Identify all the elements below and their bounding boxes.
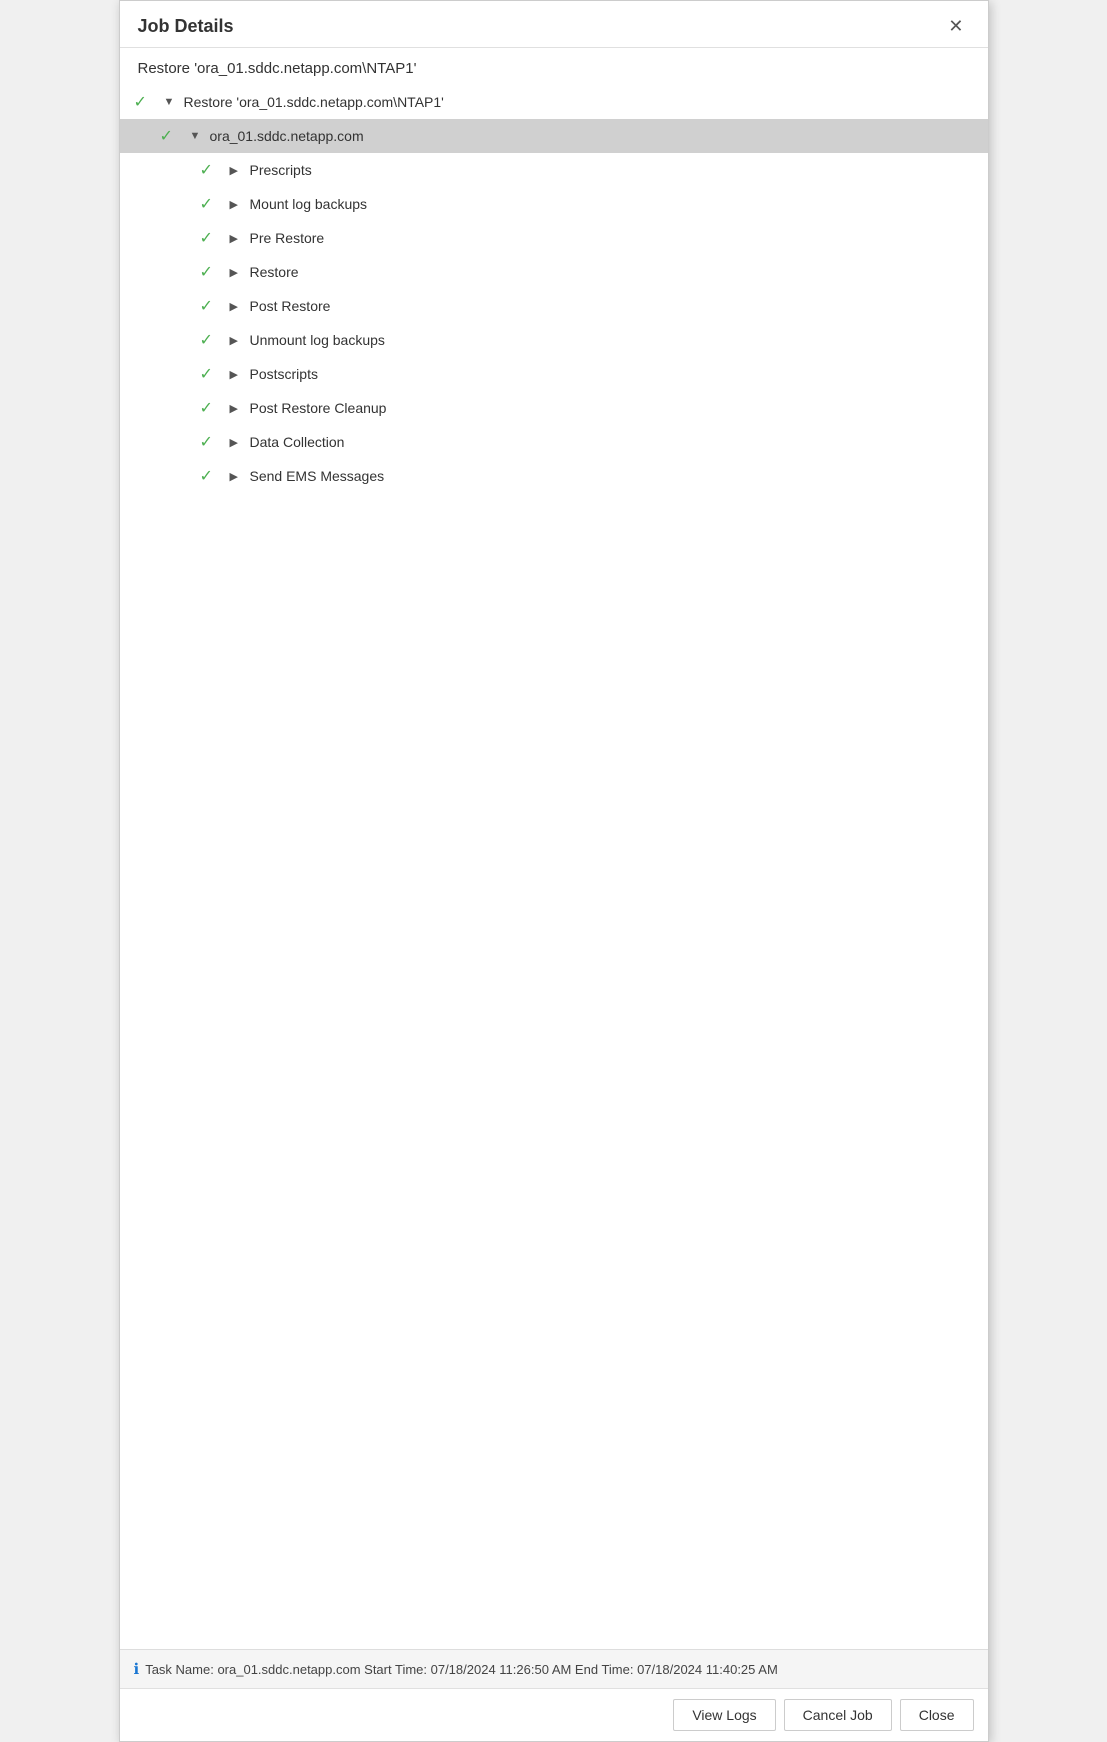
expand-icon-send-ems: ▶: [230, 470, 248, 483]
dialog-subtitle: Restore 'ora_01.sddc.netapp.com\NTAP1': [120, 48, 988, 85]
tree-item-mount-log[interactable]: ✓ ▶ Mount log backups: [120, 187, 988, 221]
tree-label-post-restore-cleanup: Post Restore Cleanup: [250, 400, 387, 416]
tree-label-data-collection: Data Collection: [250, 434, 345, 450]
tree-label-host: ora_01.sddc.netapp.com: [210, 128, 364, 144]
tree-item-root[interactable]: ✓ ▼ Restore 'ora_01.sddc.netapp.com\NTAP…: [120, 85, 988, 119]
check-icon-host: ✓: [160, 126, 182, 146]
tree-label-prescripts: Prescripts: [250, 162, 312, 178]
info-icon: ℹ: [134, 1660, 140, 1678]
close-x-button[interactable]: ✕: [942, 15, 969, 37]
check-icon-data-collection: ✓: [200, 432, 222, 452]
check-icon-post-restore-cleanup: ✓: [200, 398, 222, 418]
tree-item-pre-restore[interactable]: ✓ ▶ Pre Restore: [120, 221, 988, 255]
dialog-title: Job Details: [138, 16, 234, 37]
expand-icon-data-collection: ▶: [230, 436, 248, 449]
dialog-body: ✓ ▼ Restore 'ora_01.sddc.netapp.com\NTAP…: [120, 85, 988, 1649]
tree-label-send-ems: Send EMS Messages: [250, 468, 385, 484]
tree-label-mount-log: Mount log backups: [250, 196, 368, 212]
tree-label-postscripts: Postscripts: [250, 366, 318, 382]
tree-item-post-restore[interactable]: ✓ ▶ Post Restore: [120, 289, 988, 323]
check-icon-send-ems: ✓: [200, 466, 222, 486]
check-icon-mount-log: ✓: [200, 194, 222, 214]
tree-container: ✓ ▼ Restore 'ora_01.sddc.netapp.com\NTAP…: [120, 85, 988, 513]
expand-icon-post-restore-cleanup: ▶: [230, 402, 248, 415]
tree-label-restore: Restore: [250, 264, 299, 280]
check-icon-root: ✓: [134, 92, 156, 112]
check-icon-restore: ✓: [200, 262, 222, 282]
expand-icon-host: ▼: [190, 130, 208, 142]
close-button[interactable]: Close: [900, 1699, 974, 1731]
tree-item-unmount-log[interactable]: ✓ ▶ Unmount log backups: [120, 323, 988, 357]
expand-icon-unmount-log: ▶: [230, 334, 248, 347]
view-logs-button[interactable]: View Logs: [673, 1699, 775, 1731]
expand-icon-prescripts: ▶: [230, 164, 248, 177]
check-icon-postscripts: ✓: [200, 364, 222, 384]
tree-item-send-ems[interactable]: ✓ ▶ Send EMS Messages: [120, 459, 988, 493]
expand-icon-restore: ▶: [230, 266, 248, 279]
footer-task-info: Task Name: ora_01.sddc.netapp.com Start …: [145, 1662, 778, 1677]
check-icon-pre-restore: ✓: [200, 228, 222, 248]
job-details-dialog: Job Details ✕ Restore 'ora_01.sddc.netap…: [119, 0, 989, 1742]
check-icon-post-restore: ✓: [200, 296, 222, 316]
tree-label-pre-restore: Pre Restore: [250, 230, 325, 246]
check-icon-unmount-log: ✓: [200, 330, 222, 350]
tree-label-unmount-log: Unmount log backups: [250, 332, 385, 348]
footer-info-bar: ℹ Task Name: ora_01.sddc.netapp.com Star…: [120, 1649, 988, 1688]
tree-item-restore[interactable]: ✓ ▶ Restore: [120, 255, 988, 289]
expand-icon-pre-restore: ▶: [230, 232, 248, 245]
expand-icon-post-restore: ▶: [230, 300, 248, 313]
tree-item-post-restore-cleanup[interactable]: ✓ ▶ Post Restore Cleanup: [120, 391, 988, 425]
tree-item-prescripts[interactable]: ✓ ▶ Prescripts: [120, 153, 988, 187]
expand-icon-root: ▼: [164, 96, 182, 108]
footer-buttons: View Logs Cancel Job Close: [120, 1688, 988, 1741]
dialog-header: Job Details ✕: [120, 1, 988, 48]
expand-icon-postscripts: ▶: [230, 368, 248, 381]
cancel-job-button[interactable]: Cancel Job: [784, 1699, 892, 1731]
tree-item-host[interactable]: ✓ ▼ ora_01.sddc.netapp.com: [120, 119, 988, 153]
check-icon-prescripts: ✓: [200, 160, 222, 180]
tree-label-root: Restore 'ora_01.sddc.netapp.com\NTAP1': [184, 94, 444, 110]
expand-icon-mount-log: ▶: [230, 198, 248, 211]
tree-item-postscripts[interactable]: ✓ ▶ Postscripts: [120, 357, 988, 391]
tree-label-post-restore: Post Restore: [250, 298, 331, 314]
tree-item-data-collection[interactable]: ✓ ▶ Data Collection: [120, 425, 988, 459]
